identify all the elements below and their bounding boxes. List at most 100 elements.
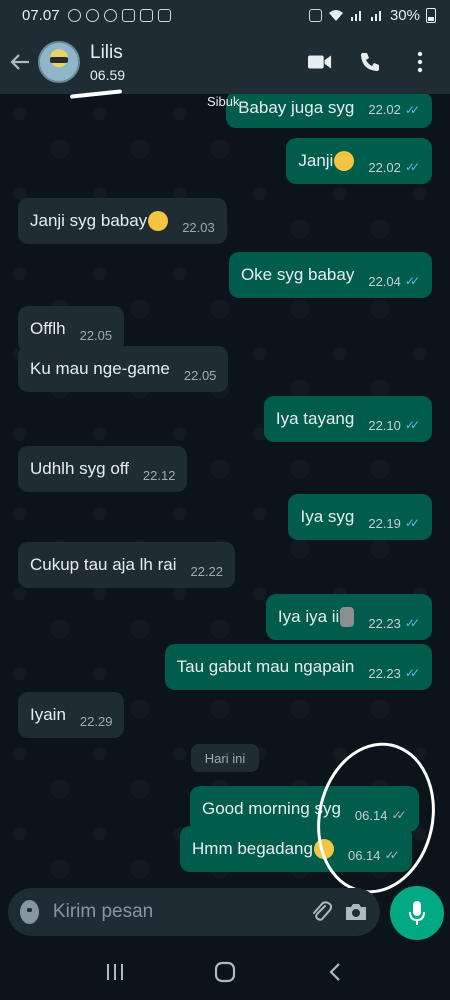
message-meta: 22.29 (80, 714, 113, 729)
emoji-icon[interactable] (20, 900, 39, 924)
message-text: Good morning syg (202, 799, 341, 818)
read-tick-icon: ✓✓ (404, 516, 420, 530)
message-time: 06.14 (354, 807, 388, 823)
message-text: Cukup tau aja lh rai (30, 555, 177, 574)
frowning-face-emoji-icon (334, 151, 355, 171)
read-tick-icon: ✓✓ (404, 418, 420, 432)
status-right: 30% (308, 7, 436, 24)
message-time: 22.03 (182, 219, 215, 235)
message-bubble[interactable]: Babay juga syg 22.02 ✓✓ (226, 94, 432, 128)
alarm-icon (308, 8, 322, 22)
chat-area[interactable]: Babay juga syg 22.02 ✓✓ Janji 22.02 ✓✓ J… (0, 94, 450, 880)
message-meta: 22.12 (143, 468, 176, 483)
video-call-button[interactable] (308, 50, 332, 74)
chevron-left-icon (329, 963, 340, 981)
message-meta: 22.23 ✓✓ (368, 616, 420, 631)
battery-icon (426, 7, 436, 23)
recents-icon (107, 964, 123, 980)
message-time: 22.02 (368, 102, 401, 117)
message-time: 22.23 (368, 615, 401, 631)
signal-icon (350, 11, 361, 21)
back-button[interactable] (2, 30, 38, 94)
avatar[interactable] (38, 41, 80, 83)
moai-emoji-icon (340, 607, 355, 627)
attach-button[interactable] (310, 898, 332, 926)
message-meta: 22.10 ✓✓ (368, 418, 420, 433)
chat-header: Lilis 06.59 (0, 30, 450, 94)
message-text: Janji (298, 151, 334, 170)
status-label: Sibuk (207, 94, 240, 109)
message-bubble[interactable]: Tau gabut mau ngapain 22.23 ✓✓ (164, 644, 432, 690)
message-bubble[interactable]: Janji 22.02 ✓✓ (286, 138, 432, 184)
message-bubble[interactable]: Cukup tau aja lh rai 22.22 (18, 542, 236, 588)
chat-icon (67, 8, 81, 22)
message-composer (8, 888, 380, 936)
message-text: Offlh (30, 319, 66, 338)
contact-info[interactable]: Lilis 06.59 (90, 42, 125, 83)
message-bubble[interactable]: Iya syg 22.19 ✓✓ (288, 494, 432, 540)
menu-button[interactable] (408, 50, 432, 74)
message-text: Hmm begadang (192, 839, 313, 858)
message-bubble[interactable]: Ku mau nge-game 22.05 (18, 346, 229, 392)
system-nav-bar (0, 944, 450, 1000)
phone-icon (361, 53, 379, 71)
camera-icon (346, 904, 366, 920)
message-input[interactable] (52, 901, 298, 923)
back-nav-button[interactable] (315, 952, 355, 992)
message-bubble[interactable]: Iyain 22.29 (18, 692, 125, 738)
message-meta: 22.02 ✓✓ (368, 160, 420, 175)
message-meta: 06.14 ✓✓ (355, 808, 407, 823)
message-meta: 22.02 ✓✓ (368, 102, 420, 117)
wifi-icon (328, 10, 343, 21)
message-bubble[interactable]: Iya tayang 22.10 ✓✓ (263, 396, 432, 442)
message-time: 22.05 (183, 367, 217, 383)
message-time: 22.10 (368, 417, 401, 433)
message-bubble[interactable]: Janji syg babay 22.03 (18, 198, 227, 244)
camera-button[interactable] (344, 898, 368, 926)
rolling-eyes-emoji-icon (313, 839, 334, 859)
message-meta: 22.19 ✓✓ (368, 516, 420, 531)
read-tick-icon: ✓✓ (404, 102, 420, 117)
message-time: 22.19 (368, 515, 401, 531)
home-icon (214, 961, 236, 983)
chat-icon (85, 8, 99, 22)
date-divider: Hari ini (191, 744, 259, 772)
mic-button[interactable] (390, 886, 444, 940)
message-text: Iyain (30, 705, 66, 724)
avatar-icon (103, 8, 117, 22)
message-bubble[interactable]: Oke syg babay 22.04 ✓✓ (228, 252, 432, 298)
message-text: Ku mau nge-game (30, 359, 170, 378)
message-time: 22.04 (368, 273, 401, 289)
cat-icon (139, 8, 153, 22)
message-meta: 22.23 ✓✓ (368, 666, 420, 681)
message-time: 22.05 (79, 327, 113, 343)
voice-call-button[interactable] (358, 50, 382, 74)
message-time: 22.23 (368, 665, 401, 681)
delivered-tick-icon: ✓✓ (391, 808, 406, 822)
message-text: Oke syg babay (240, 265, 355, 284)
message-text: Iya iya ii (277, 607, 340, 626)
message-text: Iya tayang (275, 409, 355, 428)
message-time: 22.12 (142, 467, 176, 483)
message-meta: 22.22 (190, 564, 223, 579)
notification-icons (67, 8, 171, 22)
message-bubble[interactable]: Udhlh syg off 22.12 (18, 446, 188, 492)
read-tick-icon: ✓✓ (404, 666, 420, 680)
message-meta: 22.04 ✓✓ (368, 274, 420, 289)
message-bubble[interactable]: Iya iya ii 22.23 ✓✓ (265, 594, 432, 640)
home-button[interactable] (205, 952, 245, 992)
contact-name: Lilis (90, 41, 123, 63)
message-meta: 22.05 (184, 368, 217, 383)
read-tick-icon: ✓✓ (404, 274, 420, 288)
message-bubble[interactable]: Hmm begadang 06.14 ✓✓ (180, 826, 412, 872)
message-text: Janji syg babay (30, 211, 148, 230)
paperclip-icon (312, 901, 332, 921)
message-time: 22.02 (368, 159, 401, 175)
message-text: Tau gabut mau ngapain (176, 657, 355, 676)
recents-button[interactable] (95, 952, 135, 992)
last-seen: 06.59 (90, 66, 126, 83)
message-text: Udhlh syg off (30, 459, 129, 478)
video-call-icon (308, 55, 332, 69)
message-text: Iya syg (300, 507, 355, 526)
mic-icon (409, 901, 425, 925)
